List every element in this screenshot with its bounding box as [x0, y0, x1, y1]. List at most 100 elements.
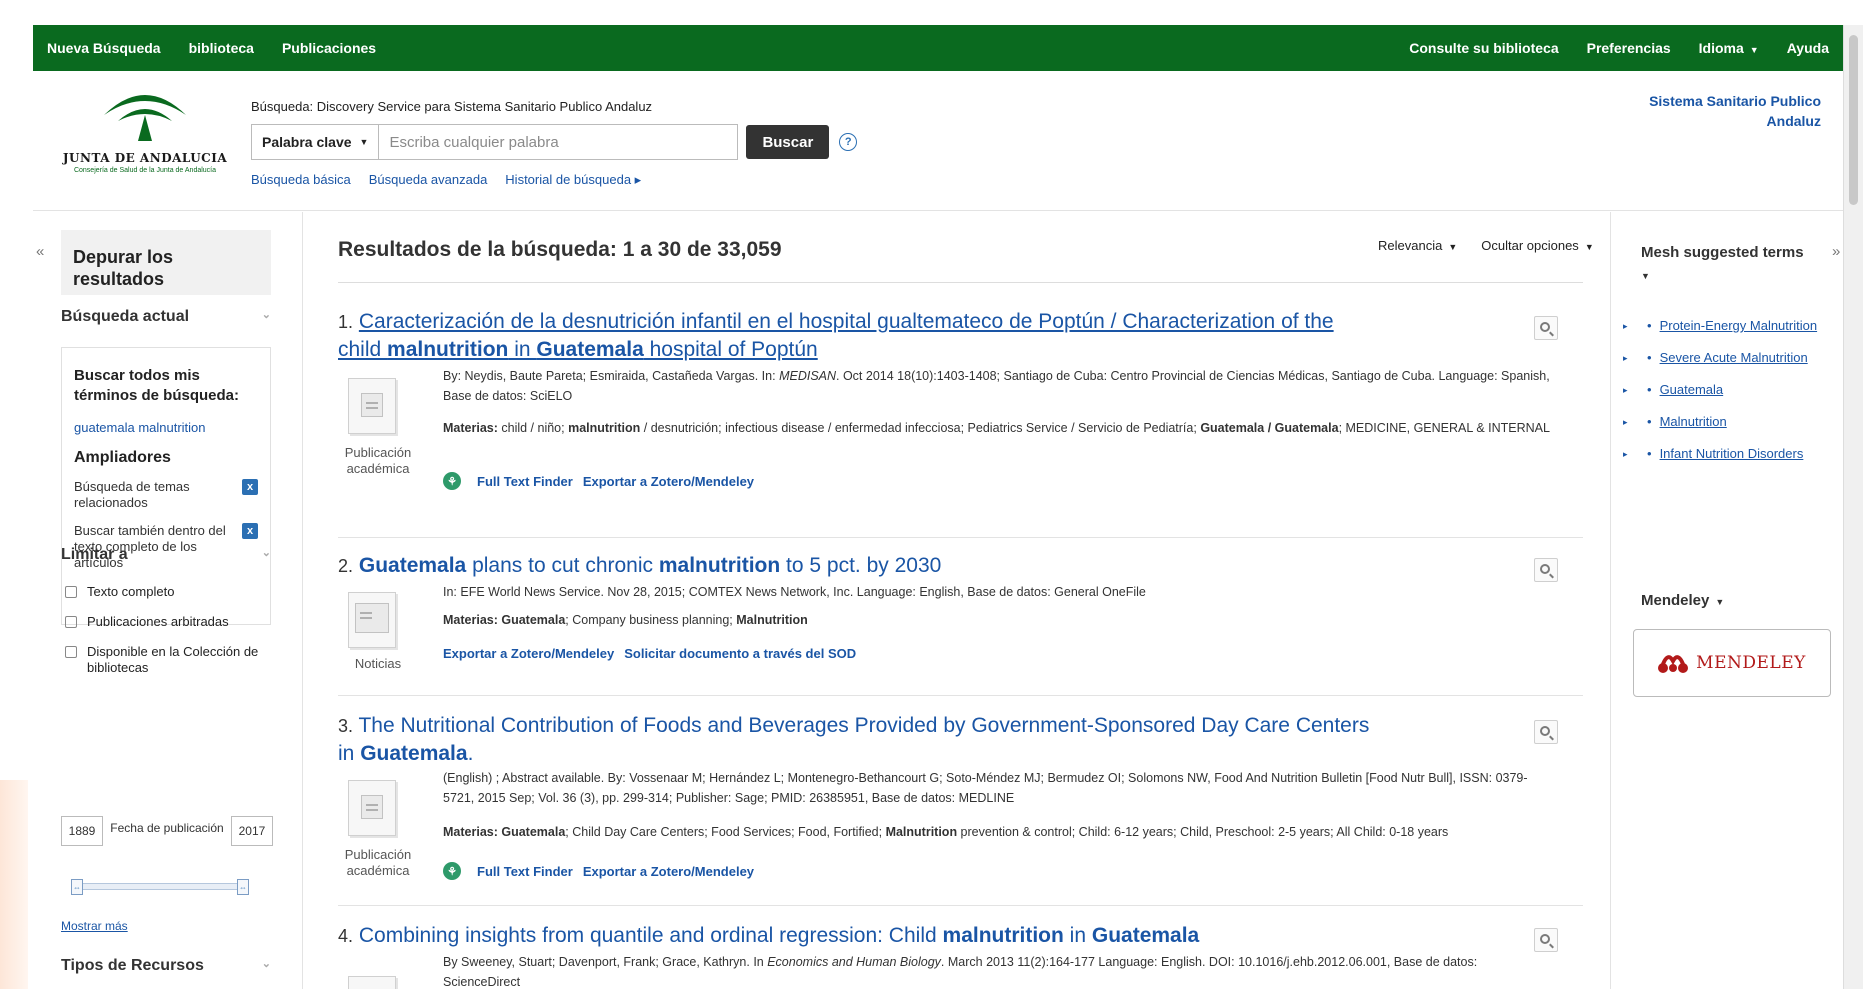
export-zotero-link[interactable]: Exportar a Zotero/Mendeley: [443, 646, 614, 661]
title-text: hospital of Poptún: [643, 338, 818, 361]
result-title-link[interactable]: The Nutritional Contribution of Foods an…: [338, 714, 1369, 765]
nav-publications[interactable]: Publicaciones: [282, 40, 376, 56]
current-search-header[interactable]: Búsqueda actual ⌄: [61, 308, 271, 326]
remove-expander-icon[interactable]: x: [242, 523, 258, 539]
basic-search-link[interactable]: Búsqueda básica: [251, 172, 351, 188]
result-actions: ⚘ Full Text Finder Exportar a Zotero/Men…: [443, 862, 754, 880]
search-field-select[interactable]: Palabra clave ▼: [251, 124, 379, 160]
slider-handle-start[interactable]: ⇔: [71, 879, 83, 895]
collapse-right-panel-icon[interactable]: »: [1832, 243, 1840, 260]
chevron-down-icon: ⌄: [261, 309, 271, 321]
logo-subtitle: Consejería de Salud de la Junta de Andal…: [73, 167, 217, 174]
scrollbar-thumb[interactable]: [1849, 35, 1858, 205]
limit-peer-reviewed-checkbox[interactable]: Publicaciones arbitradas: [65, 614, 229, 630]
result-title-link[interactable]: Caracterización de la desnutrición infan…: [338, 310, 1334, 361]
nav-library[interactable]: biblioteca: [189, 40, 254, 56]
page-scrollbar[interactable]: [1843, 25, 1863, 989]
nav-language[interactable]: Idioma ▼: [1699, 40, 1759, 56]
divider: [338, 537, 1583, 538]
academic-journal-icon[interactable]: [348, 976, 396, 989]
institution-name[interactable]: Sistema Sanitario Publico Andaluz: [1601, 91, 1821, 131]
search-input[interactable]: [378, 124, 739, 160]
current-search-term[interactable]: guatemala malnutrition: [74, 420, 258, 435]
mesh-term-link[interactable]: Guatemala: [1660, 374, 1724, 406]
search-history-link[interactable]: Historial de búsqueda ▸: [505, 172, 641, 188]
result-title-link[interactable]: Combining insights from quantile and ord…: [359, 924, 1199, 947]
preview-magnifier-icon[interactable]: [1534, 928, 1558, 952]
resource-types-label: Tipos de Recursos: [61, 957, 204, 974]
checkbox[interactable]: [65, 616, 77, 628]
mesh-term-link[interactable]: Malnutrition: [1660, 406, 1727, 438]
expand-arrow-icon[interactable]: ▸: [1623, 406, 1647, 438]
expand-arrow-icon[interactable]: ▸: [1623, 374, 1647, 406]
checkbox[interactable]: [65, 646, 77, 658]
nav-new-search[interactable]: Nueva Búsqueda: [47, 40, 161, 56]
subject-text: child / niño;: [497, 421, 569, 435]
results-count: 1 a 30 de 33,059: [622, 238, 782, 261]
result-item: 1. Caracterización de la desnutrición in…: [338, 308, 1583, 490]
citation-text: By Sweeney, Stuart; Davenport, Frank; Gr…: [443, 955, 768, 969]
date-to-input[interactable]: 2017: [230, 816, 273, 846]
sort-relevance-dropdown[interactable]: Relevancia ▼: [1378, 238, 1457, 253]
divider: [338, 282, 1583, 283]
title-highlight: Guatemala: [360, 742, 468, 765]
full-text-finder-icon[interactable]: ⚘: [443, 862, 461, 880]
news-icon[interactable]: [348, 592, 396, 648]
full-text-finder-link[interactable]: Full Text Finder: [477, 864, 573, 879]
result-title-link[interactable]: Guatemala plans to cut chronic malnutrit…: [359, 554, 941, 577]
search-header: JUNTA DE ANDALUCIA Consejería de Salud d…: [33, 71, 1843, 211]
nav-preferences[interactable]: Preferencias: [1587, 40, 1671, 56]
remove-expander-icon[interactable]: x: [242, 479, 258, 495]
chevron-down-icon: ▼: [1749, 45, 1759, 55]
junta-andalucia-logo[interactable]: JUNTA DE ANDALUCIA Consejería de Salud d…: [55, 81, 235, 191]
subjects-label: Materias:: [443, 421, 498, 435]
expand-arrow-icon[interactable]: ▸: [1623, 310, 1647, 342]
mesh-term-link[interactable]: Infant Nutrition Disorders: [1660, 438, 1804, 470]
title-highlight: Guatemala: [358, 554, 467, 577]
subject-text: ; MEDICINE, GENERAL & INTERNAL: [1338, 421, 1550, 435]
help-icon[interactable]: ?: [839, 133, 858, 151]
slider-handle-end[interactable]: ⇔: [237, 879, 249, 895]
export-zotero-link[interactable]: Exportar a Zotero/Mendeley: [583, 864, 754, 879]
date-from-input[interactable]: 1889: [61, 816, 103, 846]
right-side-panel: Mesh suggested terms ▼ ▸ • Protein-Energy M…: [1610, 212, 1831, 989]
mesh-suggested-terms-header[interactable]: Mesh suggested terms ▼: [1641, 242, 1811, 287]
mendeley-logo-button[interactable]: MENDELEY: [1633, 629, 1831, 697]
resource-types-header[interactable]: Tipos de Recursos ⌄: [61, 957, 271, 975]
refine-results-sidebar: Depurar los resultados Búsqueda actual ⌄ …: [33, 212, 303, 989]
show-more-link[interactable]: Mostrar más: [61, 919, 128, 933]
preview-magnifier-icon[interactable]: [1534, 720, 1558, 744]
hide-options-dropdown[interactable]: Ocultar opciones ▼: [1481, 238, 1593, 253]
full-text-finder-icon[interactable]: ⚘: [443, 472, 461, 490]
limit-full-text-checkbox[interactable]: Texto completo: [65, 584, 174, 600]
result-item: 3. The Nutritional Contribution of Foods…: [338, 712, 1583, 880]
academic-journal-icon[interactable]: [348, 780, 396, 836]
limit-to-header[interactable]: Limitar a ⌄: [61, 546, 271, 564]
expand-arrow-icon[interactable]: ▸: [1623, 438, 1647, 470]
limit-library-collection-checkbox[interactable]: Disponible en la Colección de biblioteca…: [65, 644, 275, 676]
search-all-terms-label: Buscar todos mis términos de búsqueda:: [74, 367, 240, 404]
advanced-search-link[interactable]: Búsqueda avanzada: [369, 172, 488, 188]
result-item: 4. Combining insights from quantile and …: [338, 922, 1583, 989]
nav-consult-library[interactable]: Consulte su biblioteca: [1409, 40, 1558, 56]
date-range-slider[interactable]: ⇔ ⇔: [71, 876, 249, 896]
title-highlight: malnutrition: [942, 924, 1064, 947]
mendeley-header[interactable]: Mendeley ▼: [1641, 592, 1724, 609]
mesh-term-link[interactable]: Severe Acute Malnutrition: [1660, 342, 1808, 374]
request-document-sod-link[interactable]: Solicitar documento a través del SOD: [624, 646, 856, 661]
subject-text: prevention & control; Child: 6-12 years;…: [957, 825, 1449, 839]
divider: [338, 905, 1583, 906]
title-text: in: [508, 338, 537, 361]
preview-magnifier-icon[interactable]: [1534, 558, 1558, 582]
slider-track[interactable]: [77, 883, 243, 890]
checkbox[interactable]: [65, 586, 77, 598]
academic-journal-icon[interactable]: [348, 378, 396, 434]
mesh-term-link[interactable]: Protein-Energy Malnutrition: [1660, 310, 1818, 342]
expand-arrow-icon[interactable]: ▸: [1623, 342, 1647, 374]
nav-help[interactable]: Ayuda: [1787, 40, 1829, 56]
citation-source: MEDISAN: [779, 369, 837, 383]
full-text-finder-link[interactable]: Full Text Finder: [477, 474, 573, 489]
search-button[interactable]: Buscar: [746, 125, 830, 159]
preview-magnifier-icon[interactable]: [1534, 316, 1558, 340]
export-zotero-link[interactable]: Exportar a Zotero/Mendeley: [583, 474, 754, 489]
